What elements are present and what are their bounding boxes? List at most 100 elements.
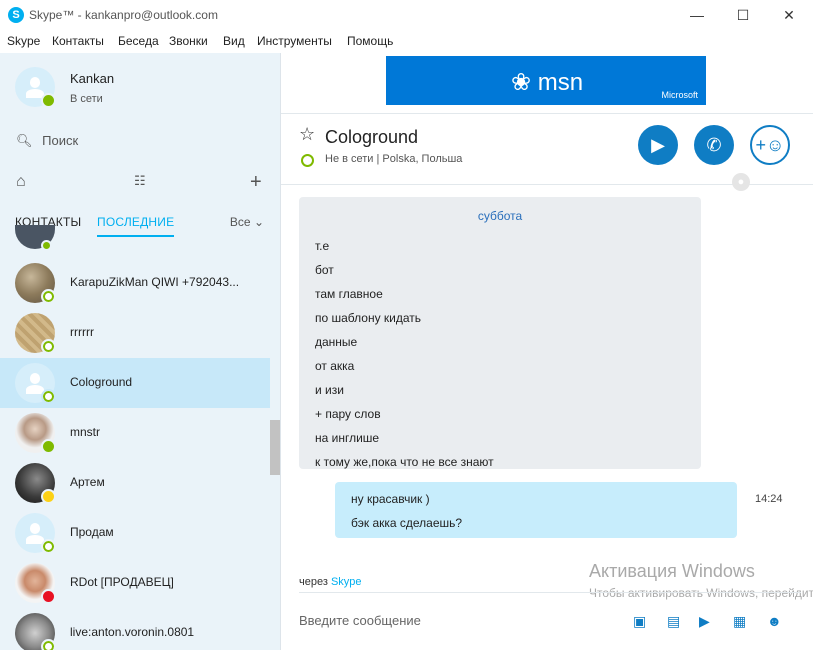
- search-input[interactable]: Поиск: [42, 133, 78, 148]
- incoming-message-bubble[interactable]: суббота т.е бот там главное по шаблону к…: [299, 197, 701, 469]
- my-name[interactable]: Kankan: [70, 71, 114, 86]
- favorite-star-icon[interactable]: ☆: [299, 124, 315, 145]
- status-dot: [41, 389, 56, 404]
- contact-name: Артем: [70, 475, 105, 489]
- maximize-button[interactable]: ☐: [720, 0, 766, 31]
- compose-area: через Skype Активация Windows Чтобы акти…: [281, 561, 813, 650]
- watermark-title: Активация Windows: [589, 561, 755, 581]
- message-line: на инглише: [315, 431, 380, 445]
- contact-item[interactable]: Продам: [0, 508, 270, 558]
- message-line: данные: [315, 335, 358, 349]
- status-dot: [41, 589, 56, 604]
- outgoing-message-bubble[interactable]: ну красавчик ) бэк акка сделаешь?: [335, 482, 737, 538]
- contact-name: Продам: [70, 525, 114, 539]
- message-input[interactable]: Введите сообщение: [299, 613, 421, 628]
- add-participants-button[interactable]: +☺︎: [750, 125, 790, 165]
- status-dot: [41, 289, 56, 304]
- skype-logo-icon: S: [8, 7, 24, 23]
- menu-conversation[interactable]: Беседа: [118, 34, 159, 48]
- conversation-pane: ❀ msn Microsoft ☆ Cologround Не в сети |…: [281, 53, 813, 650]
- message-line: там главное: [315, 287, 383, 301]
- contact-name: Cologround: [70, 375, 133, 389]
- status-dot: [41, 639, 56, 650]
- send-file-icon[interactable]: ▤: [667, 613, 680, 630]
- contact-item[interactable]: RDot [ПРОДАВЕЦ]: [0, 558, 270, 608]
- contact-name: mnstr: [70, 425, 100, 439]
- menu-tools[interactable]: Инструменты: [257, 34, 332, 48]
- contact-item[interactable]: mnstr: [0, 408, 270, 458]
- contact-item[interactable]: KarapuZikMan QIWI +792043...: [0, 258, 270, 308]
- close-button[interactable]: ✕: [766, 0, 812, 31]
- via-app-link[interactable]: Skype: [331, 576, 362, 588]
- add-icon[interactable]: +: [250, 171, 262, 194]
- status-dot: [41, 439, 56, 454]
- compose-divider: [299, 592, 801, 593]
- msn-logo: ❀ msn: [511, 68, 583, 97]
- my-status-dot: [41, 93, 56, 108]
- via-label: через Skype: [299, 576, 362, 588]
- home-icon[interactable]: ⌂: [16, 173, 26, 191]
- conversation-header: ☆ Cologround Не в сети | Polska, Польша …: [281, 114, 813, 185]
- window-title: Skype™ - kankanpro@outlook.com: [29, 8, 218, 22]
- tab-recent[interactable]: ПОСЛЕДНИЕ: [97, 215, 175, 237]
- search-icon: 🔍︎: [16, 133, 33, 148]
- message-line: по шаблону кидать: [315, 311, 422, 325]
- title-bar: S Skype™ - kankanpro@outlook.com — ☐ ✕: [0, 0, 813, 31]
- message-timestamp: 14:24: [755, 493, 783, 505]
- menu-help[interactable]: Помощь: [347, 34, 393, 48]
- menu-view[interactable]: Вид: [223, 34, 245, 48]
- message-line: т.е: [315, 239, 330, 253]
- menu-calls[interactable]: Звонки: [169, 34, 208, 48]
- contact-name: rrrrrr: [70, 325, 94, 339]
- contact-item-selected[interactable]: Cologround: [0, 358, 270, 408]
- contact-item[interactable]: Артем: [0, 458, 270, 508]
- minimize-button[interactable]: —: [674, 0, 720, 31]
- ad-sponsor: Microsoft: [661, 90, 698, 100]
- contact-name: live:anton.voronin.0801: [70, 625, 195, 639]
- contact-status-location: Не в сети | Polska, Польша: [325, 153, 463, 165]
- chevron-down-icon: ⌄: [253, 215, 264, 229]
- my-status[interactable]: В сети: [70, 93, 103, 105]
- send-image-icon[interactable]: ▣: [633, 613, 646, 630]
- contact-name: RDot [ПРОДАВЕЦ]: [70, 575, 174, 589]
- message-line: к тому же,пока что не все знают: [315, 455, 494, 469]
- emoticon-icon[interactable]: ☻: [767, 613, 782, 629]
- offline-status-icon: [301, 154, 314, 167]
- message-line: ну красавчик ): [351, 492, 430, 506]
- send-contacts-icon[interactable]: ▦: [733, 613, 746, 630]
- ad-banner-area: ❀ msn Microsoft: [281, 53, 813, 114]
- message-line: бот: [315, 263, 334, 277]
- search-box[interactable]: 🔍︎ Поиск: [16, 133, 78, 149]
- message-history[interactable]: суббота т.е бот там главное по шаблону к…: [281, 185, 803, 575]
- status-dot: [41, 339, 56, 354]
- phone-icon: ✆: [706, 135, 722, 155]
- msn-ad-banner[interactable]: ❀ msn Microsoft: [386, 56, 706, 105]
- filter-dropdown[interactable]: Все ⌄: [230, 215, 264, 229]
- sidebar: Kankan В сети 🔍︎ Поиск ⌂ ☷ + КОНТАКТЫ ПО…: [0, 53, 280, 650]
- conversation-title[interactable]: Cologround: [325, 127, 418, 148]
- menu-bar: Skype Контакты Беседа Звонки Вид Инструм…: [0, 31, 813, 53]
- add-person-icon: +☺︎: [755, 135, 785, 155]
- status-dot: [41, 489, 56, 504]
- message-line: от акка: [315, 359, 355, 373]
- audio-call-button[interactable]: ✆: [694, 125, 734, 165]
- via-prefix: через: [299, 576, 328, 588]
- video-message-icon[interactable]: ▶: [699, 613, 710, 630]
- windows-activation-watermark: Активация Windows Чтобы активировать Win…: [589, 561, 813, 600]
- video-camera-icon: ▶: [651, 135, 665, 155]
- video-call-button[interactable]: ▶: [638, 125, 678, 165]
- msn-brand-text: msn: [537, 69, 584, 96]
- contact-item[interactable]: rrrrrr: [0, 308, 270, 358]
- contact-item[interactable]: live:anton.voronin.0801: [0, 608, 270, 650]
- status-dot: [41, 539, 56, 554]
- menu-skype[interactable]: Skype: [7, 34, 40, 48]
- message-line: + пару слов: [315, 407, 381, 421]
- menu-contacts[interactable]: Контакты: [52, 34, 104, 48]
- watermark-text: Чтобы активировать Windows, перейдите в …: [589, 586, 813, 600]
- status-dot: [41, 240, 52, 251]
- sidebar-scrollbar[interactable]: [270, 420, 280, 475]
- filter-label: Все: [229, 215, 251, 229]
- message-line: и изи: [315, 383, 344, 397]
- dialpad-icon[interactable]: ☷: [134, 173, 146, 189]
- butterfly-icon: ❀: [511, 69, 532, 96]
